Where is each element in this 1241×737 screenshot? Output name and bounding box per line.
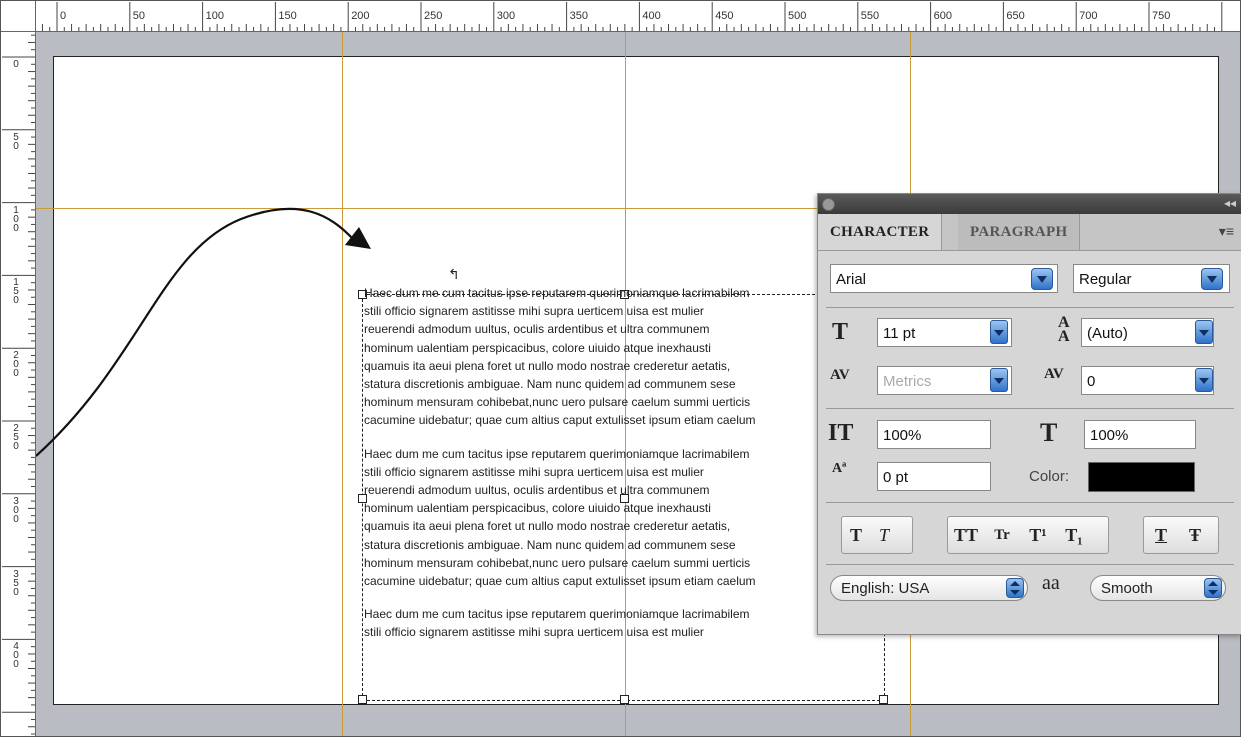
frame-handle-bc[interactable] [620, 695, 629, 704]
frame-handle-br[interactable] [879, 695, 888, 704]
ruler-label: 400 [13, 641, 19, 671]
ruler-label: 300 [13, 495, 19, 525]
divider [826, 564, 1234, 565]
ruler-label: 350 [13, 568, 19, 598]
divider [826, 502, 1234, 503]
ruler-label: 150 [278, 10, 297, 22]
divider [826, 408, 1234, 409]
faux-bold-button[interactable]: T [842, 525, 870, 546]
ruler-label: 200 [13, 350, 19, 380]
font-family-dropdown[interactable] [1031, 268, 1053, 290]
bold-italic-group: T T [841, 516, 913, 554]
collapse-icon[interactable]: ◂◂ [1224, 196, 1236, 210]
color-swatch[interactable] [1088, 462, 1195, 492]
small-caps-button[interactable]: Tr [984, 527, 1020, 544]
language-select[interactable]: English: USA [830, 575, 1028, 601]
ruler-label: 300 [496, 10, 516, 22]
close-icon[interactable] [822, 198, 835, 211]
caps-script-group: TT Tr T¹ T₁ [947, 516, 1109, 554]
ruler-label: 50 [13, 131, 19, 152]
superscript-button[interactable]: T¹ [1020, 525, 1056, 546]
paragraph: Haec dum me cum tacitus ipse reputarem q… [364, 286, 756, 428]
tracking-icon: AV [1044, 366, 1064, 382]
all-caps-button[interactable]: TT [948, 525, 984, 546]
underline-button[interactable]: T [1144, 525, 1178, 546]
ruler-label: 250 [13, 423, 19, 452]
strikethrough-button[interactable]: Ŧ [1178, 525, 1212, 546]
ruler-label: 0 [60, 10, 67, 22]
language-stepper-icon[interactable] [1006, 578, 1024, 598]
vertical-scale-field[interactable]: 100% [877, 420, 991, 449]
panel-titlebar[interactable]: ◂◂ [818, 194, 1241, 214]
horizontal-scale-field[interactable]: 100% [1084, 420, 1196, 449]
ruler-label: 750 [1152, 10, 1171, 22]
vertical-scale-icon: IT [828, 420, 854, 446]
font-size-dropdown[interactable] [990, 320, 1008, 344]
vertical-ruler[interactable]: 0 50 100 150 200 250 300 350 400 [1, 1, 36, 736]
color-label: Color: [1029, 468, 1070, 485]
faux-italic-button[interactable]: T [870, 525, 898, 546]
panel-tabs: CHARACTER PARAGRAPH ▾≡ [818, 214, 1241, 251]
ruler-label: 450 [715, 10, 734, 22]
font-size-icon: T [832, 319, 849, 345]
body-text[interactable]: Haec dum me cum tacitus ipse reputarem q… [364, 284, 874, 657]
divider [826, 307, 1234, 308]
kerning-dropdown[interactable] [990, 368, 1008, 392]
ruler-label: 100 [205, 10, 224, 22]
tab-character[interactable]: CHARACTER [818, 214, 943, 250]
leading-icon: AA [1058, 314, 1070, 345]
panel-menu-icon[interactable]: ▾≡ [1219, 223, 1234, 240]
ruler-label: 0 [13, 59, 19, 70]
ruler-label: 400 [642, 10, 661, 22]
antialias-icon: aa [1042, 572, 1060, 594]
ruler-label: 350 [569, 10, 588, 22]
baseline-shift-icon: Aª [832, 461, 847, 476]
curved-arrow-annotation [35, 207, 371, 457]
antialias-value: Smooth [1101, 580, 1153, 597]
tracking-dropdown[interactable] [1195, 368, 1213, 392]
tab-paragraph[interactable]: PARAGRAPH [958, 214, 1081, 250]
frame-handle-bl[interactable] [358, 695, 367, 704]
ruler-label: 200 [351, 10, 370, 22]
ruler-label: 250 [424, 10, 443, 22]
ruler-label: 650 [1006, 10, 1025, 22]
ruler-label: 600 [933, 10, 952, 22]
language-value: English: USA [841, 580, 930, 597]
antialias-stepper-icon[interactable] [1204, 578, 1222, 598]
subscript-button[interactable]: T₁ [1056, 525, 1092, 546]
rotate-cursor-icon: ↰ [448, 266, 460, 282]
ruler-label: 100 [13, 204, 19, 234]
horizontal-ruler[interactable]: 0 50 100 150 200 250 300 350 400 450 500 550 600 650 7… [1, 1, 1240, 32]
leading-dropdown[interactable] [1195, 320, 1213, 344]
ruler-label: 500 [788, 10, 807, 22]
ruler-label: 550 [860, 10, 880, 22]
paragraph: Haec dum me cum tacitus ipse reputarem q… [364, 607, 750, 640]
font-family-field[interactable]: Arial [830, 264, 1058, 293]
ruler-origin[interactable] [1, 1, 36, 32]
ruler-label: 150 [13, 277, 19, 307]
kerning-icon: AV [830, 367, 850, 383]
antialias-select[interactable]: Smooth [1090, 575, 1226, 601]
font-style-dropdown[interactable] [1201, 268, 1223, 290]
ruler-label: 700 [1079, 10, 1098, 22]
ruler-label: 50 [132, 10, 146, 22]
horizontal-scale-icon: T [1040, 418, 1058, 447]
paragraph: Haec dum me cum tacitus ipse reputarem q… [364, 446, 756, 589]
baseline-shift-field[interactable]: 0 pt [877, 462, 991, 491]
character-panel: ◂◂ CHARACTER PARAGRAPH ▾≡ Arial Regular … [817, 193, 1241, 635]
line-style-group: T Ŧ [1143, 516, 1219, 554]
